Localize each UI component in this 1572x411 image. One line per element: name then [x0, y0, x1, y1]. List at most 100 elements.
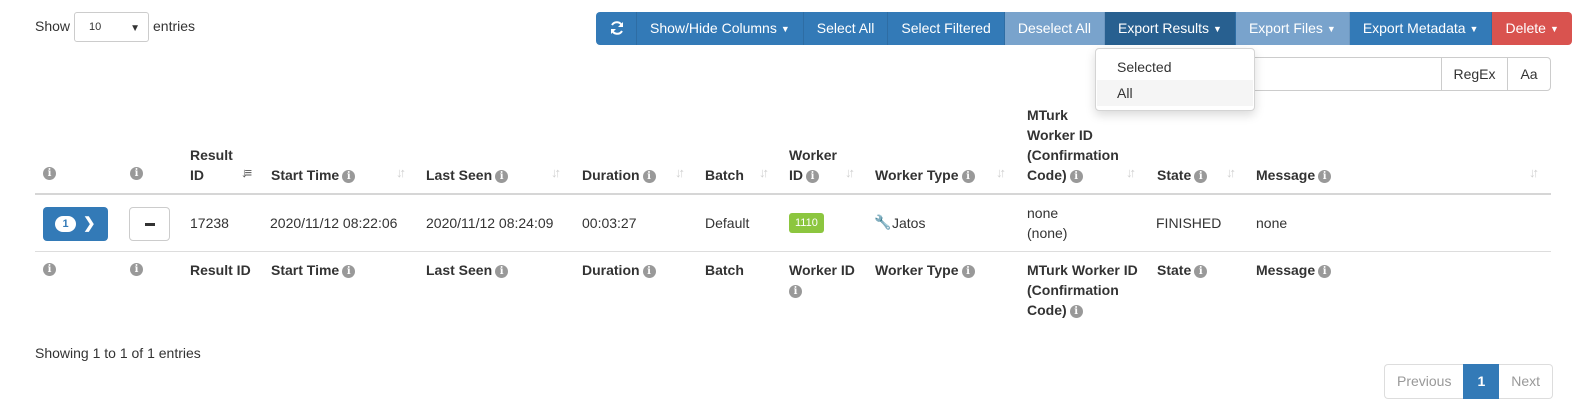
info-icon: i	[495, 170, 509, 183]
cell-duration: 00:03:27	[582, 215, 637, 231]
info-icon: i	[43, 167, 56, 180]
refresh-button[interactable]	[596, 12, 637, 45]
sort-icon[interactable]: ↓↑	[1529, 165, 1539, 180]
results-toolbar: Show/Hide Columns ▼ Select All Select Fil…	[596, 12, 1572, 45]
caret-down-icon: ▼	[780, 24, 790, 34]
row-count-badge: 1	[55, 216, 76, 232]
info-icon: i	[961, 170, 975, 183]
menu-item-all[interactable]: All	[1097, 80, 1253, 106]
sort-icon[interactable]: ↓↑	[759, 165, 769, 180]
row-divider	[35, 251, 1551, 252]
show-hide-columns-button[interactable]: Show/Hide Columns ▼	[637, 12, 804, 45]
sort-icon[interactable]: ↓↑	[396, 165, 406, 180]
export-results-menu: Selected All	[1095, 48, 1255, 111]
info-icon: i	[789, 285, 802, 298]
entries-per-page-value: 10	[89, 21, 102, 33]
minus-icon	[145, 223, 155, 226]
info-icon: i	[642, 265, 656, 278]
info-icon: i	[642, 170, 656, 183]
info-icon: i	[130, 167, 143, 180]
info-icon: i	[342, 170, 356, 183]
footer-state: State i	[1157, 260, 1208, 280]
cell-message: none	[1256, 215, 1288, 231]
info-icon: i	[1318, 170, 1332, 183]
select-filtered-button[interactable]: Select Filtered	[888, 12, 1005, 45]
deselect-row-button[interactable]	[129, 207, 170, 241]
footer-message: Message i	[1256, 260, 1332, 280]
delete-button[interactable]: Delete ▼	[1492, 12, 1572, 45]
pagination-previous[interactable]: Previous	[1384, 364, 1464, 399]
column-header-state[interactable]: State i	[1157, 165, 1208, 185]
column-header-duration[interactable]: Duration i	[582, 165, 656, 185]
cell-state: FINISHED	[1156, 215, 1222, 231]
column-header-start-time[interactable]: Start Time i	[271, 165, 356, 185]
info-icon: i	[1194, 265, 1208, 278]
sort-icon[interactable]: ↓↑	[845, 165, 855, 180]
export-results-button[interactable]: Export Results ▼	[1105, 12, 1236, 45]
select-all-button[interactable]: Select All	[803, 12, 889, 45]
sort-descending-icon[interactable]: ↓≡	[241, 165, 252, 180]
column-header-worker-id[interactable]: Worker ID i	[789, 145, 837, 185]
case-sensitive-toggle-button[interactable]: Aa	[1507, 57, 1551, 91]
header-divider	[35, 193, 1551, 195]
sort-icon[interactable]: ↓↑	[1126, 165, 1136, 180]
caret-down-icon: ▼	[1213, 24, 1222, 34]
caret-down-icon: ▼	[1469, 24, 1479, 34]
export-metadata-button[interactable]: Export Metadata ▼	[1349, 12, 1493, 45]
export-files-button[interactable]: Export Files ▼	[1235, 12, 1350, 45]
cell-start-time: 2020/11/12 08:22:06	[270, 215, 398, 231]
table-info-text: Showing 1 to 1 of 1 entries	[35, 345, 201, 361]
caret-down-icon: ▼	[1326, 24, 1336, 34]
column-header-mturk-worker-id[interactable]: MTurk Worker ID (Confirmation Code) i	[1027, 105, 1119, 185]
wrench-icon: 🔧	[874, 214, 892, 230]
info-icon: i	[130, 263, 143, 276]
info-icon: i	[1318, 265, 1332, 278]
info-icon: i	[1069, 170, 1083, 183]
column-header-last-seen[interactable]: Last Seen i	[426, 165, 509, 185]
deselect-all-button[interactable]: Deselect All	[1004, 12, 1105, 45]
entries-per-page-select[interactable]: 10 ▼	[74, 12, 149, 42]
caret-down-icon: ▼	[1549, 24, 1559, 34]
regex-toggle-button[interactable]: RegEx	[1441, 57, 1508, 91]
footer-start-time: Start Time i	[271, 260, 356, 280]
sort-icon[interactable]: ↓↑	[551, 165, 561, 180]
info-icon: i	[806, 170, 819, 183]
info-icon: i	[1069, 305, 1083, 318]
column-header-result-id[interactable]: Result ID	[190, 145, 233, 185]
cell-result-id: 17238	[190, 215, 229, 231]
refresh-icon	[611, 21, 623, 35]
footer-batch: Batch	[705, 262, 744, 278]
pagination: Previous 1 Next	[1384, 364, 1554, 399]
footer-last-seen: Last Seen i	[426, 260, 509, 280]
cell-mturk-worker-id: none (none)	[1027, 205, 1068, 241]
info-icon: i	[43, 263, 56, 276]
info-icon: i	[961, 265, 975, 278]
footer-worker-id: Worker ID i	[789, 262, 855, 298]
pagination-next[interactable]: Next	[1499, 364, 1554, 399]
length-label-entries: entries	[153, 18, 196, 34]
footer-duration: Duration i	[582, 260, 656, 280]
pagination-page-1[interactable]: 1	[1463, 364, 1500, 399]
sort-icon[interactable]: ↓↑	[1226, 165, 1236, 180]
sort-icon[interactable]: ↓↑	[996, 165, 1006, 180]
length-label-show: Show	[35, 18, 71, 34]
cell-last-seen: 2020/11/12 08:24:09	[426, 215, 554, 231]
worker-id-badge: 1110	[789, 213, 824, 233]
footer-mturk-worker-id: MTurk Worker ID (Confirmation Code) i	[1027, 262, 1138, 318]
sort-icon[interactable]: ↓↑	[675, 165, 685, 180]
column-header-worker-type[interactable]: Worker Type i	[875, 165, 975, 185]
search-input[interactable]	[1250, 57, 1442, 91]
chevron-right-icon: ❯	[83, 215, 96, 232]
cell-worker-type: Jatos	[892, 215, 926, 231]
column-header-batch[interactable]: Batch	[705, 165, 744, 185]
info-icon: i	[1194, 170, 1208, 183]
menu-item-selected[interactable]: Selected	[1097, 54, 1253, 80]
footer-result-id: Result ID	[190, 262, 251, 278]
info-icon: i	[495, 265, 509, 278]
chevron-down-icon: ▼	[130, 23, 140, 34]
footer-worker-type: Worker Type i	[875, 260, 975, 280]
expand-row-button[interactable]: 1 ❯	[43, 207, 108, 241]
cell-batch: Default	[705, 215, 750, 231]
column-header-message[interactable]: Message i	[1256, 165, 1332, 185]
info-icon: i	[342, 265, 356, 278]
